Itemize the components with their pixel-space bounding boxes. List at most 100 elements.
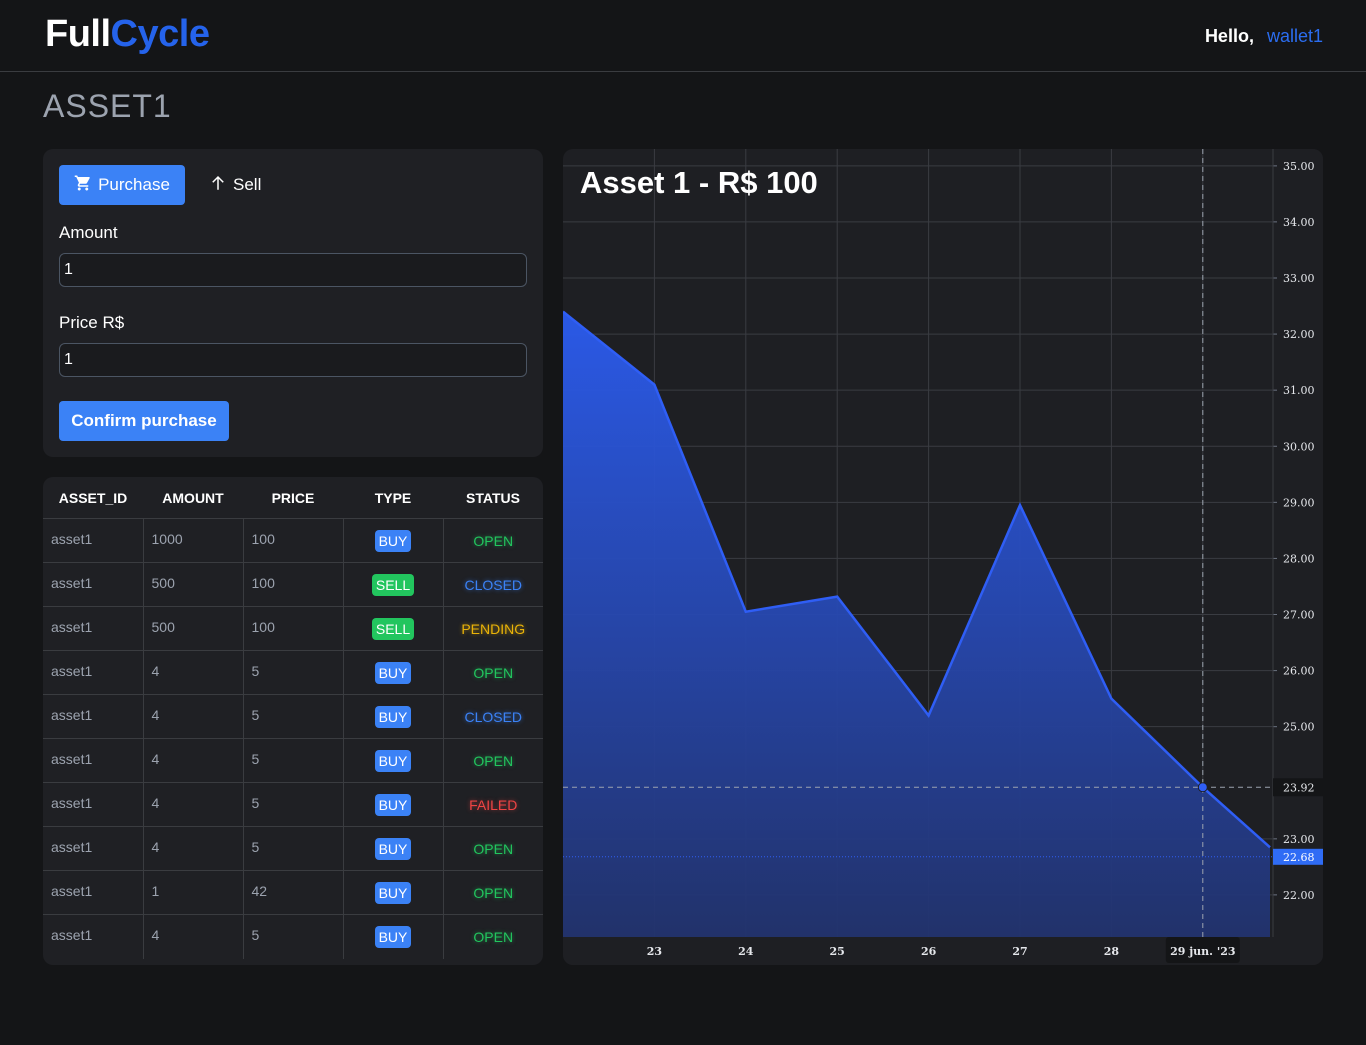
table-row: asset1 4 5 BUY FAILED: [43, 782, 543, 827]
type-badge: BUY: [374, 661, 412, 684]
top-bar: FullCycle Hello, wallet1: [0, 0, 1366, 72]
y-tick-label: 22.00: [1283, 889, 1315, 902]
y-tick-label: 29.00: [1283, 496, 1315, 509]
cell-asset-id: asset1: [43, 606, 144, 651]
cell-amount: 500: [143, 606, 244, 651]
cell-type: BUY: [343, 738, 444, 783]
y-tick-label: 26.00: [1283, 665, 1315, 678]
price-chart[interactable]: 35.00 34.00 33.00 32.00 31.00 30.00 29.00 28.00…: [563, 149, 1323, 965]
status-badge: OPEN: [473, 664, 514, 681]
tab-sell[interactable]: Sell: [203, 165, 273, 205]
cell-price: 100: [243, 606, 344, 651]
cell-type: BUY: [343, 826, 444, 871]
cell-type: BUY: [343, 914, 444, 959]
series-area: [563, 311, 1270, 938]
x-tick-label: 27: [1012, 945, 1027, 958]
crosshair-value-label: 23.92: [1283, 781, 1315, 794]
x-tick-label: 23: [647, 945, 662, 958]
wallet-link[interactable]: wallet1: [1267, 26, 1323, 46]
order-form-panel: Purchase Sell Amount Price R$ Confirm pu…: [43, 149, 543, 457]
fullcycle-logo[interactable]: FullCycle: [45, 10, 210, 58]
y-tick-label: 35.00: [1283, 160, 1315, 173]
tab-sell-label: Sell: [233, 175, 262, 194]
x-tick-label: 26: [921, 945, 937, 958]
arrow-up-icon: [209, 174, 227, 197]
cell-status: OPEN: [443, 650, 543, 695]
cell-price: 100: [243, 518, 344, 563]
cell-price: 42: [243, 870, 344, 915]
cell-asset-id: asset1: [43, 782, 144, 827]
confirm-purchase-button[interactable]: Confirm purchase: [59, 401, 229, 441]
orders-table-panel: ASSET_ID AMOUNT PRICE TYPE STATUS asset1…: [43, 477, 543, 965]
header-price: PRICE: [243, 477, 343, 519]
status-badge: CLOSED: [464, 708, 523, 725]
cart-icon: [74, 174, 92, 197]
price-input[interactable]: [59, 343, 527, 377]
cell-asset-id: asset1: [43, 914, 144, 959]
header-status: STATUS: [443, 477, 543, 519]
page-title: ASSET1: [43, 88, 172, 124]
amount-input[interactable]: [59, 253, 527, 287]
header-amount: AMOUNT: [143, 477, 243, 519]
y-tick-label: 33.00: [1283, 272, 1315, 285]
type-badge: BUY: [374, 749, 412, 772]
crosshair-point: [1197, 782, 1208, 793]
cell-type: SELL: [343, 562, 444, 607]
cell-status: OPEN: [443, 870, 543, 915]
status-badge: OPEN: [473, 928, 514, 945]
cell-price: 5: [243, 650, 344, 695]
status-badge: CLOSED: [464, 576, 523, 593]
status-badge: OPEN: [473, 884, 514, 901]
y-tick-label: 32.00: [1283, 328, 1315, 341]
type-badge: BUY: [374, 793, 412, 816]
table-row: asset1 4 5 BUY OPEN: [43, 914, 543, 959]
cell-amount: 4: [143, 914, 244, 959]
type-badge: BUY: [374, 925, 412, 948]
cell-type: BUY: [343, 782, 444, 827]
type-badge: SELL: [371, 617, 415, 640]
cell-type: BUY: [343, 870, 444, 915]
cell-price: 100: [243, 562, 344, 607]
table-row: asset1 4 5 BUY OPEN: [43, 826, 543, 871]
cell-amount: 1000: [143, 518, 244, 563]
cell-amount: 500: [143, 562, 244, 607]
cell-status: CLOSED: [443, 694, 543, 739]
status-badge: OPEN: [473, 840, 514, 857]
type-badge: BUY: [374, 529, 412, 552]
price-chart-panel[interactable]: 35.00 34.00 33.00 32.00 31.00 30.00 29.00 28.00…: [563, 149, 1323, 965]
table-row: asset1 4 5 BUY OPEN: [43, 738, 543, 783]
cell-status: CLOSED: [443, 562, 543, 607]
type-badge: BUY: [374, 881, 412, 904]
cell-type: SELL: [343, 606, 444, 651]
cell-amount: 1: [143, 870, 244, 915]
y-tick-label: 34.00: [1283, 216, 1315, 229]
y-tick-label: 28.00: [1283, 552, 1315, 565]
cell-amount: 4: [143, 650, 244, 695]
cell-price: 5: [243, 826, 344, 871]
cell-amount: 4: [143, 694, 244, 739]
y-tick-label: 31.00: [1283, 384, 1315, 397]
status-badge: OPEN: [473, 752, 514, 769]
status-badge: PENDING: [461, 620, 526, 637]
table-row: asset1 1000 100 BUY OPEN: [43, 518, 543, 563]
cell-asset-id: asset1: [43, 826, 144, 871]
status-badge: FAILED: [469, 796, 518, 813]
last-value-label: 22.68: [1283, 851, 1315, 864]
cell-status: FAILED: [443, 782, 543, 827]
cell-type: BUY: [343, 694, 444, 739]
table-row: asset1 500 100 SELL CLOSED: [43, 562, 543, 607]
cell-status: OPEN: [443, 915, 543, 959]
cell-amount: 4: [143, 826, 244, 871]
cell-status: OPEN: [443, 826, 543, 871]
cell-status: OPEN: [443, 518, 543, 563]
header-type: TYPE: [343, 477, 443, 519]
type-badge: BUY: [374, 837, 412, 860]
cell-price: 5: [243, 914, 344, 959]
y-tick-label: 30.00: [1283, 440, 1315, 453]
orders-table: ASSET_ID AMOUNT PRICE TYPE STATUS asset1…: [43, 477, 543, 959]
x-tick-label: 25: [830, 945, 845, 958]
x-tick-label: 24: [738, 945, 754, 958]
table-row: asset1 4 5 BUY CLOSED: [43, 694, 543, 739]
tab-purchase[interactable]: Purchase: [59, 165, 185, 205]
cell-price: 5: [243, 738, 344, 783]
